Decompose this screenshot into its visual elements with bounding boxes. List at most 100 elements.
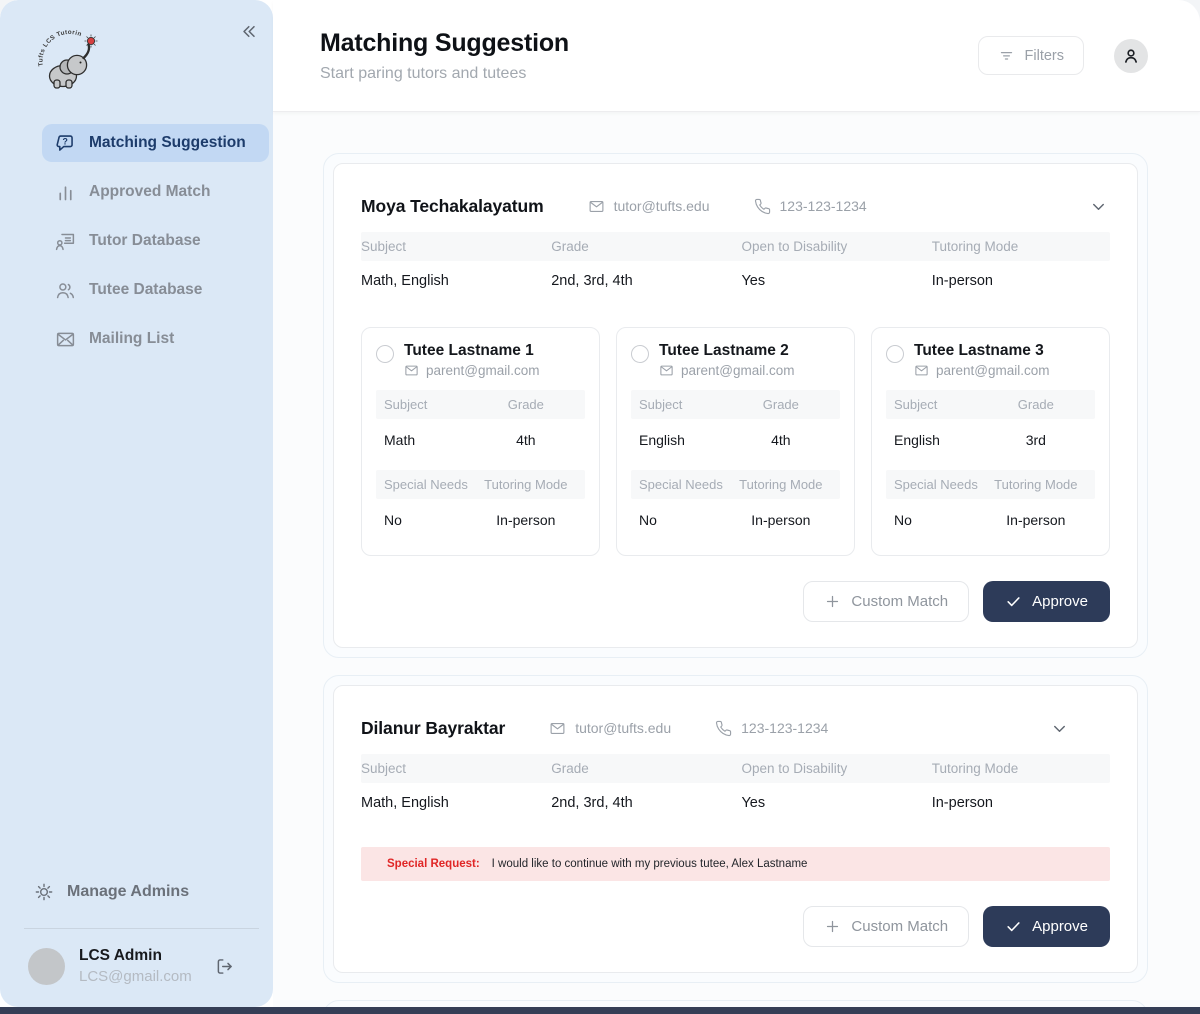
column-header: Grade: [551, 761, 741, 776]
tutor-card: Moya Techakalayatum tutor@tufts.edu: [323, 153, 1148, 658]
check-icon: [1005, 918, 1022, 935]
profile-email: LCS@gmail.com: [79, 967, 192, 987]
gear-icon: [34, 882, 54, 902]
tutee-tutoring-mode: In-person: [985, 512, 1087, 528]
envelope-icon: [588, 198, 605, 215]
sidebar-item-tutor-database[interactable]: Tutor Database: [42, 222, 269, 260]
sidebar: Tufts LCS Tutoring: [0, 0, 273, 1007]
person-icon: [1121, 46, 1141, 66]
special-request-text: I would like to continue with my previou…: [492, 858, 808, 870]
logout-icon[interactable]: [214, 956, 235, 977]
chat-question-icon: ?: [55, 133, 76, 154]
matching-list: Moya Techakalayatum tutor@tufts.edu: [273, 112, 1200, 1007]
envelope-icon: [549, 720, 566, 737]
column-header: Special Needs: [639, 477, 730, 492]
column-header: Tutoring Mode: [932, 761, 1110, 776]
tutee-subject: English: [639, 432, 730, 448]
phone-icon: [715, 720, 732, 737]
tutee-special-needs: No: [894, 512, 985, 528]
tutee-suggestions: Tutee Lastname 1 parent@gmail.com: [361, 327, 1110, 556]
people-icon: [55, 280, 76, 301]
lightbulb-icon: [85, 35, 98, 48]
column-header: Open to Disability: [741, 239, 931, 254]
tutee-email: parent@gmail.com: [914, 363, 1050, 378]
column-header: Tutoring Mode: [475, 477, 577, 492]
tutor-tutoring-mode: In-person: [932, 273, 1110, 289]
tutor-phone: 123-123-1234: [715, 720, 828, 737]
envelope-icon: [404, 363, 419, 378]
chevron-down-icon[interactable]: [1089, 197, 1108, 216]
svg-text:?: ?: [63, 136, 68, 146]
custom-match-button[interactable]: Custom Match: [803, 581, 969, 622]
tutor-email: tutor@tufts.edu: [549, 720, 671, 737]
filters-label: Filters: [1025, 48, 1064, 64]
tutor-subject: Math, English: [361, 273, 551, 289]
person-board-icon: [55, 231, 76, 252]
tutee-card[interactable]: Tutee Lastname 2 parent@gmail.com: [616, 327, 855, 556]
column-header: Subject: [894, 397, 985, 412]
column-header: Tutoring Mode: [985, 477, 1087, 492]
tutor-open-to-disability: Yes: [741, 795, 931, 811]
tutee-name: Tutee Lastname 2: [659, 342, 795, 360]
tutee-name: Tutee Lastname 1: [404, 342, 540, 360]
tutee-subject: English: [894, 432, 985, 448]
column-header: Special Needs: [894, 477, 985, 492]
column-header: Subject: [639, 397, 730, 412]
custom-match-button[interactable]: Custom Match: [803, 906, 969, 947]
column-header: Subject: [361, 761, 551, 776]
approve-button[interactable]: Approve: [983, 906, 1110, 947]
sidebar-item-approved-match[interactable]: Approved Match: [42, 173, 269, 211]
tutor-open-to-disability: Yes: [741, 273, 931, 289]
tutee-card[interactable]: Tutee Lastname 3 parent@gmail.com: [871, 327, 1110, 556]
column-header: Grade: [985, 397, 1087, 412]
tutee-subject: Math: [384, 432, 475, 448]
profile-name: LCS Admin: [79, 946, 192, 967]
tutee-card[interactable]: Tutee Lastname 1 parent@gmail.com: [361, 327, 600, 556]
tutor-name: Dilanur Bayraktar: [361, 718, 505, 739]
tutee-radio[interactable]: [886, 345, 904, 363]
tutee-email: parent@gmail.com: [404, 363, 540, 378]
tutee-radio[interactable]: [376, 345, 394, 363]
page-title: Matching Suggestion: [320, 29, 569, 58]
tutee-special-needs: No: [384, 512, 475, 528]
plus-icon: [824, 593, 841, 610]
tutor-header: Moya Techakalayatum tutor@tufts.edu: [361, 188, 1110, 224]
collapse-sidebar-icon[interactable]: [236, 20, 259, 43]
profile-section: LCS Admin LCS@gmail.com: [28, 946, 235, 987]
column-header: Grade: [730, 397, 832, 412]
column-header: Grade: [475, 397, 577, 412]
column-header: Tutoring Mode: [730, 477, 832, 492]
filter-icon: [998, 47, 1015, 64]
tutor-card: Dilanur Bayraktar tutor@tufts.edu 123-1: [323, 675, 1148, 983]
manage-admins-button[interactable]: Manage Admins: [0, 873, 273, 911]
tutor-header: Dilanur Bayraktar tutor@tufts.edu 123-1: [361, 710, 1110, 746]
manage-admins-label: Manage Admins: [67, 883, 189, 901]
chevron-down-icon[interactable]: [1050, 719, 1069, 738]
tutee-radio[interactable]: [631, 345, 649, 363]
sidebar-footer: Manage Admins LCS Admin LCS@gmail.com: [0, 873, 273, 1007]
check-icon: [1005, 593, 1022, 610]
bar-chart-icon: [55, 182, 76, 203]
app-logo: Tufts LCS Tutoring: [36, 26, 106, 96]
page-header: Matching Suggestion Start paring tutors …: [273, 0, 1200, 112]
sidebar-item-mailing-list[interactable]: Mailing List: [42, 320, 269, 358]
tutor-name: Moya Techakalayatum: [361, 196, 544, 217]
tutor-grade: 2nd, 3rd, 4th: [551, 795, 741, 811]
tutee-grade: 3rd: [985, 432, 1087, 448]
page-subtitle: Start paring tutors and tutees: [320, 65, 569, 83]
account-avatar-button[interactable]: [1114, 39, 1148, 73]
column-header: Subject: [361, 239, 551, 254]
column-header: Special Needs: [384, 477, 475, 492]
tutee-grade: 4th: [730, 432, 832, 448]
sidebar-item-matching-suggestion[interactable]: ? Matching Suggestion: [42, 124, 269, 162]
tutor-grade: 2nd, 3rd, 4th: [551, 273, 741, 289]
tutor-tutoring-mode: In-person: [932, 795, 1110, 811]
approve-button[interactable]: Approve: [983, 581, 1110, 622]
filters-button[interactable]: Filters: [978, 36, 1084, 75]
sidebar-item-tutee-database[interactable]: Tutee Database: [42, 271, 269, 309]
sidebar-item-label: Tutee Database: [89, 281, 202, 299]
envelope-icon: [659, 363, 674, 378]
tutee-name: Tutee Lastname 3: [914, 342, 1050, 360]
elephant-illustration: [50, 45, 89, 89]
tutor-card: Brandon Dionisio tutor@tufts.edu 123-12: [323, 1000, 1148, 1007]
